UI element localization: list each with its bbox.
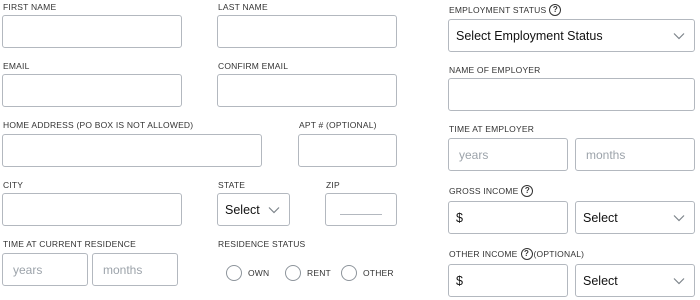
chevron-down-icon xyxy=(672,213,686,223)
residence-years-field[interactable] xyxy=(2,253,88,286)
employment-status-value: Select Employment Status xyxy=(456,28,603,43)
employer-months-field[interactable] xyxy=(575,138,695,171)
employer-name-label: NAME OF EMPLOYER xyxy=(449,65,541,75)
employment-status-label: EMPLOYMENT STATUS ? xyxy=(449,4,562,16)
city-input[interactable] xyxy=(3,194,181,225)
time-at-residence-label: TIME AT CURRENT RESIDENCE xyxy=(3,239,136,249)
other-income-frequency-select[interactable]: Select xyxy=(575,264,695,297)
state-select-value: Select xyxy=(225,202,260,217)
residence-months-input[interactable] xyxy=(93,254,177,285)
other-income-field[interactable]: $ xyxy=(448,264,568,297)
question-circle-icon[interactable]: ? xyxy=(520,248,533,260)
radio-other[interactable] xyxy=(341,265,357,281)
confirm-email-field[interactable] xyxy=(217,74,397,107)
last-name-label: LAST NAME xyxy=(218,2,268,12)
email-field[interactable] xyxy=(2,74,182,107)
apt-field[interactable] xyxy=(298,134,397,167)
city-field[interactable] xyxy=(2,193,182,226)
employer-months-input[interactable] xyxy=(576,139,694,170)
employer-name-field[interactable] xyxy=(448,78,695,111)
email-input[interactable] xyxy=(3,75,181,106)
radio-own-label: OWN xyxy=(248,268,270,278)
radio-own[interactable] xyxy=(226,265,242,281)
apt-input[interactable] xyxy=(299,135,396,166)
employer-years-field[interactable] xyxy=(448,138,568,171)
apt-label: APT # (OPTIONAL) xyxy=(299,120,377,130)
radio-rent[interactable] xyxy=(285,265,301,281)
chevron-down-icon xyxy=(267,205,281,215)
other-income-input[interactable] xyxy=(449,265,567,296)
chevron-down-icon xyxy=(672,276,686,286)
gross-income-frequency-value: Select xyxy=(583,210,618,225)
confirm-email-label: CONFIRM EMAIL xyxy=(218,61,289,71)
confirm-email-input[interactable] xyxy=(218,75,396,106)
home-address-label: HOME ADDRESS (PO BOX IS NOT ALLOWED) xyxy=(3,120,194,130)
question-circle-icon[interactable]: ? xyxy=(549,4,562,16)
employer-years-input[interactable] xyxy=(449,139,567,170)
zip-underline xyxy=(340,214,382,215)
time-at-employer-label: TIME AT EMPLOYER xyxy=(449,124,535,134)
residence-status-rent[interactable]: RENT xyxy=(285,265,331,281)
chevron-down-icon xyxy=(672,31,686,41)
residence-years-input[interactable] xyxy=(3,254,87,285)
home-address-field[interactable] xyxy=(2,134,262,167)
gross-income-field[interactable]: $ xyxy=(448,201,568,234)
employment-status-select[interactable]: Select Employment Status xyxy=(448,19,695,52)
zip-input[interactable] xyxy=(326,194,396,225)
gross-income-input[interactable] xyxy=(449,202,567,233)
radio-other-label: OTHER xyxy=(363,268,394,278)
radio-rent-label: RENT xyxy=(307,268,331,278)
last-name-field[interactable] xyxy=(217,15,397,48)
last-name-input[interactable] xyxy=(218,16,396,47)
residence-status-label: RESIDENCE STATUS xyxy=(218,239,306,249)
first-name-input[interactable] xyxy=(3,16,181,47)
state-select[interactable]: Select xyxy=(217,193,290,226)
state-label: STATE xyxy=(218,180,246,190)
other-income-label: OTHER INCOME ? (OPTIONAL) xyxy=(449,248,585,260)
gross-income-label: GROSS INCOME ? xyxy=(449,185,534,197)
email-label: EMAIL xyxy=(3,61,30,71)
zip-field[interactable] xyxy=(325,193,397,226)
city-label: CITY xyxy=(3,180,24,190)
first-name-label: FIRST NAME xyxy=(3,2,57,12)
zip-label: ZIP xyxy=(326,180,340,190)
residence-status-own[interactable]: OWN xyxy=(226,265,269,281)
residence-months-field[interactable] xyxy=(92,253,178,286)
home-address-input[interactable] xyxy=(3,135,261,166)
dollar-prefix: $ xyxy=(456,210,463,225)
other-income-frequency-value: Select xyxy=(583,273,618,288)
gross-income-frequency-select[interactable]: Select xyxy=(575,201,695,234)
question-circle-icon[interactable]: ? xyxy=(521,185,534,197)
first-name-field[interactable] xyxy=(2,15,182,48)
employer-name-input[interactable] xyxy=(449,79,694,110)
dollar-prefix: $ xyxy=(456,273,463,288)
residence-status-other[interactable]: OTHER xyxy=(341,265,394,281)
